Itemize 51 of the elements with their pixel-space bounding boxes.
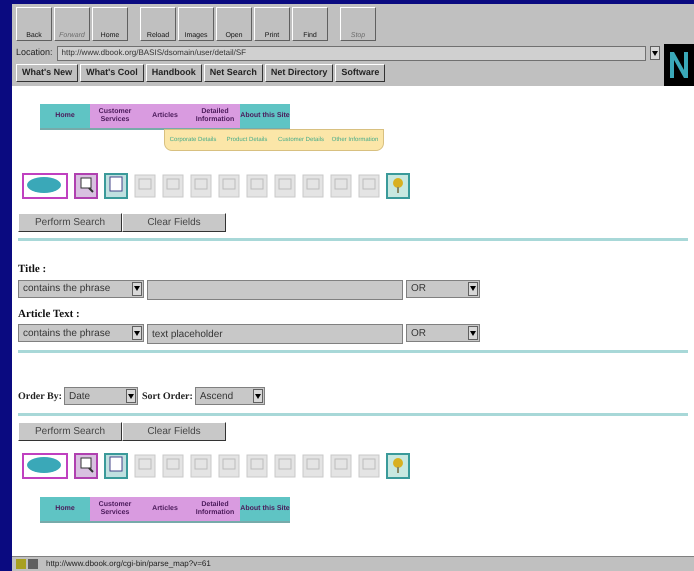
disabled-tool-icon — [358, 174, 380, 198]
directory-button[interactable]: Net Search — [204, 64, 263, 82]
security-key-icon — [16, 559, 38, 569]
disabled-tool-icon — [274, 454, 296, 478]
help-icon[interactable] — [386, 453, 410, 479]
disabled-tool-icon — [162, 174, 184, 198]
search-text-field[interactable] — [147, 280, 403, 300]
field-label: Title : — [18, 262, 48, 277]
form-button[interactable]: Perform Search — [18, 422, 122, 441]
document-icon[interactable] — [104, 173, 128, 199]
magnifier-icon[interactable] — [74, 173, 98, 199]
status-url: http://www.dbook.org/cgi-bin/parse_map?v=61 — [46, 558, 211, 570]
disabled-tool-icon — [330, 174, 352, 198]
form-button[interactable]: Perform Search — [18, 213, 122, 232]
directory-button[interactable]: Net Directory — [264, 64, 334, 82]
disabled-tool-icon — [358, 454, 380, 478]
operator-select[interactable]: contains the phrase — [18, 280, 144, 298]
field-label: Article Text : — [18, 306, 81, 322]
disabled-tool-icon — [134, 454, 156, 478]
location-field[interactable]: http://www.dbook.org/BASIS/dsomain/user/detail/SF — [56, 46, 646, 60]
directory-button[interactable]: What's New — [16, 64, 78, 82]
help-icon[interactable] — [386, 173, 410, 199]
disabled-tool-icon — [246, 174, 268, 198]
join-select[interactable]: OR — [406, 324, 480, 342]
form-button[interactable]: Clear Fields — [122, 422, 226, 441]
disabled-tool-icon — [274, 174, 296, 198]
disabled-tool-icon — [190, 454, 212, 478]
browser-logo-icon — [664, 44, 694, 86]
disabled-tool-icon — [218, 454, 240, 478]
sort-order-label: Sort Order: — [142, 390, 193, 404]
order-by-select[interactable]: Date — [64, 387, 138, 405]
disabled-tool-icon — [302, 454, 324, 478]
disabled-tool-icon — [246, 454, 268, 478]
operator-select[interactable]: contains the phrase — [18, 324, 144, 342]
directory-button[interactable]: Software — [335, 64, 386, 82]
join-select[interactable]: OR — [406, 280, 480, 298]
search-text-field[interactable]: text placeholder — [147, 324, 403, 344]
magnifier-icon[interactable] — [74, 453, 98, 479]
disabled-tool-icon — [134, 174, 156, 198]
disabled-tool-icon — [218, 174, 240, 198]
disabled-tool-icon — [302, 174, 324, 198]
disabled-tool-icon — [162, 454, 184, 478]
sort-order-select[interactable]: Ascend — [194, 387, 265, 405]
directory-button[interactable]: Handbook — [146, 64, 202, 82]
disabled-tool-icon — [330, 454, 352, 478]
document-icon[interactable] — [104, 453, 128, 479]
location-label: Location: — [16, 46, 53, 60]
directory-button[interactable]: What's Cool — [80, 64, 144, 82]
disabled-tool-icon — [190, 174, 212, 198]
order-by-label: Order By: — [18, 390, 62, 404]
form-button[interactable]: Clear Fields — [122, 213, 226, 232]
